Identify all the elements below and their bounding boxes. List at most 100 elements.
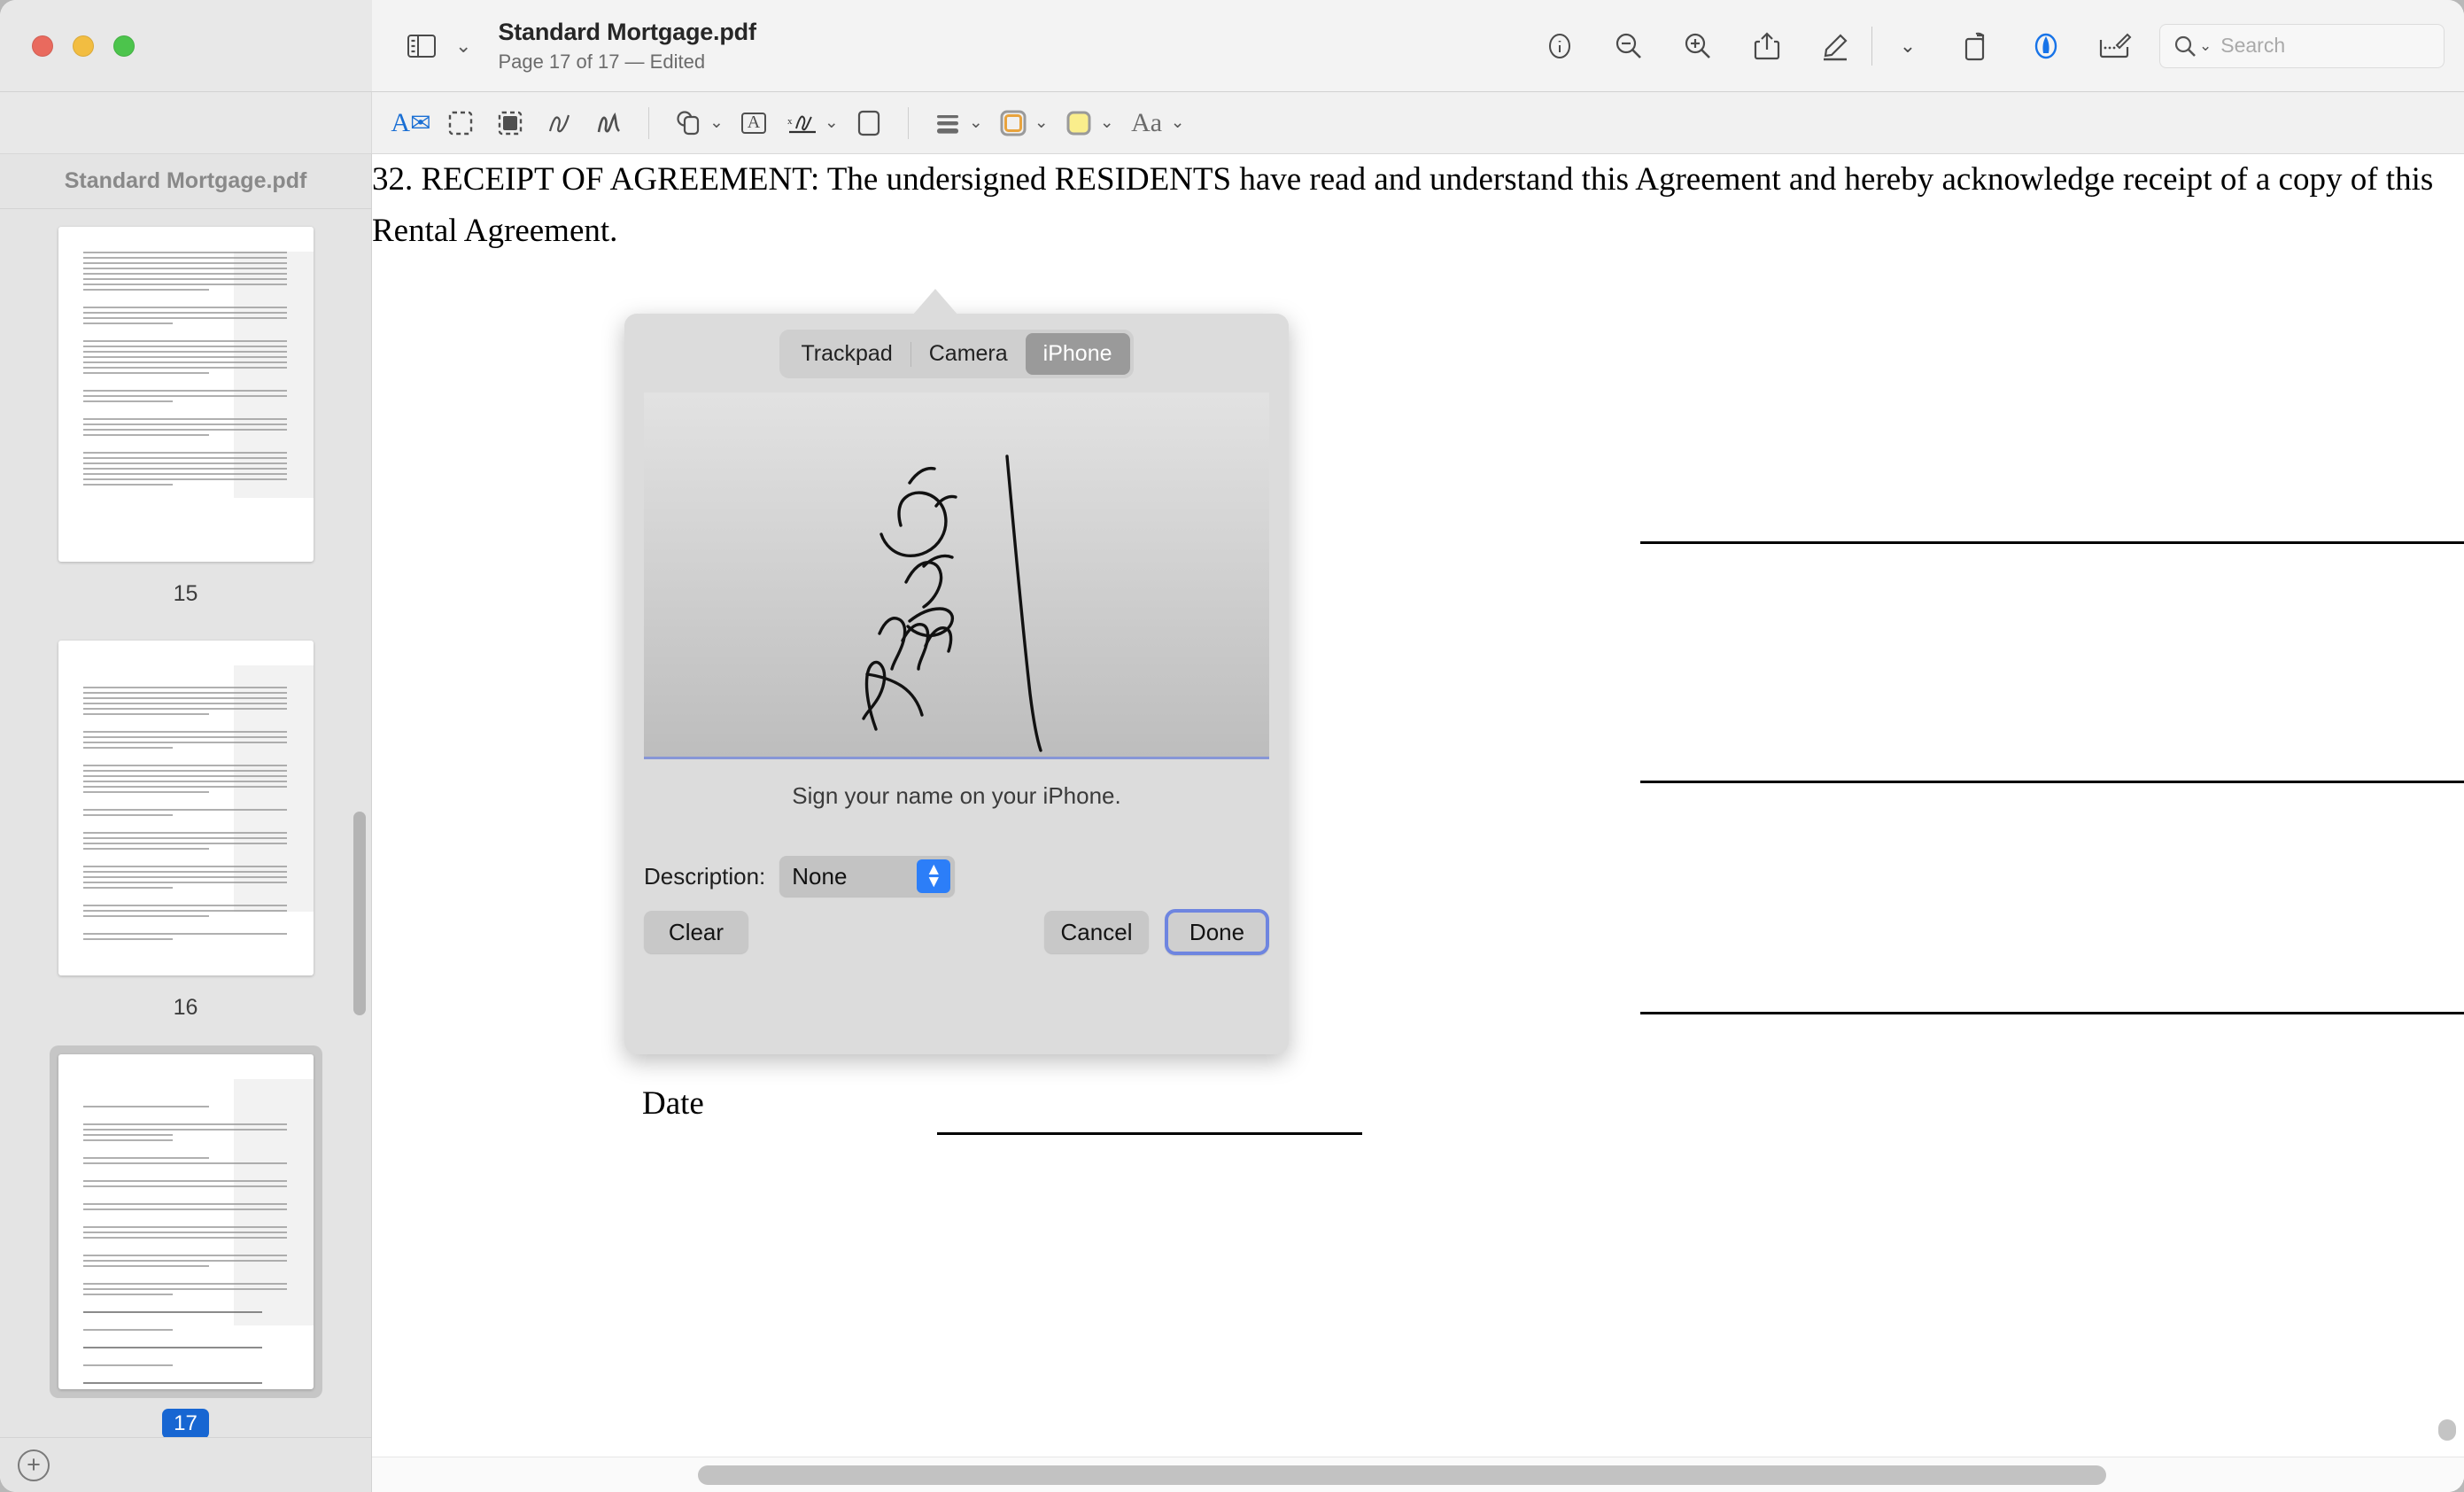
signature-hint: Sign your name on your iPhone. bbox=[624, 782, 1289, 810]
chevron-down-icon[interactable]: ⌄ bbox=[455, 36, 471, 56]
shape-style-tool[interactable]: ⌄ bbox=[923, 102, 988, 144]
thumbnail-frame-16[interactable] bbox=[50, 632, 322, 984]
horizontal-scrollbar-track[interactable] bbox=[372, 1457, 2464, 1492]
markup-chevron-icon[interactable]: ⌄ bbox=[1885, 23, 1931, 69]
markup-divider-2 bbox=[908, 107, 909, 139]
stepper-icon[interactable]: ▲ ▼ bbox=[917, 859, 950, 893]
chevron-down-icon[interactable]: ⌄ bbox=[1171, 113, 1185, 133]
preview-window: ⌄ Standard Mortgage.pdf Page 17 of 17 — … bbox=[0, 0, 2464, 1492]
search-placeholder: Search bbox=[2220, 34, 2285, 58]
minimize-button[interactable] bbox=[73, 35, 94, 57]
sign-icon[interactable] bbox=[2092, 23, 2138, 69]
document-title-block: Standard Mortgage.pdf Page 17 of 17 — Ed… bbox=[498, 19, 755, 74]
text-style-label: Aa bbox=[1131, 108, 1162, 138]
search-icon bbox=[2173, 34, 2197, 58]
tab-iphone[interactable]: iPhone bbox=[1026, 333, 1130, 375]
thumbnail-page-number: 16 bbox=[174, 995, 198, 1021]
text-selection-tool[interactable]: A✉ bbox=[386, 102, 436, 144]
zoom-button[interactable] bbox=[113, 35, 135, 57]
sketch-tool[interactable] bbox=[535, 102, 585, 144]
clear-button[interactable]: Clear bbox=[644, 911, 748, 953]
thumbnail-page-17 bbox=[58, 1054, 314, 1389]
toolbar-divider bbox=[1871, 27, 1872, 66]
date-rule-3 bbox=[937, 1132, 1362, 1135]
sign-tool[interactable]: x ⌄ bbox=[779, 102, 844, 144]
shapes-tool[interactable]: ⌄ bbox=[663, 102, 729, 144]
markup-divider bbox=[648, 107, 649, 139]
title-bar-tools: ⌄ bbox=[1537, 0, 2464, 91]
draw-tool[interactable] bbox=[585, 102, 634, 144]
page-title: Standard Mortgage.pdf bbox=[498, 19, 755, 46]
sidebar-toggle-group[interactable]: ⌄ bbox=[399, 23, 471, 69]
description-label: Description: bbox=[644, 863, 765, 890]
markup-toolbar: A✉ ⌄ A bbox=[0, 92, 2464, 154]
chevron-down-icon[interactable]: ⌄ bbox=[969, 113, 983, 133]
search-input[interactable]: ⌄ Search bbox=[2159, 24, 2445, 68]
rectangular-selection-tool[interactable] bbox=[436, 102, 485, 144]
sidebar-title: Standard Mortgage.pdf bbox=[0, 154, 371, 209]
thumbnail-list[interactable]: 15 bbox=[0, 209, 371, 1437]
chevron-down-icon: ▼ bbox=[926, 876, 942, 889]
text-style-tool[interactable]: Aa ⌄ bbox=[1120, 102, 1190, 144]
thumbnail-frame-17[interactable] bbox=[50, 1045, 322, 1398]
zoom-in-icon[interactable] bbox=[1675, 23, 1721, 69]
signature-source-tabs: Trackpad Camera iPhone bbox=[624, 330, 1289, 378]
svg-text:x: x bbox=[787, 116, 793, 127]
list-item[interactable]: 16 bbox=[0, 632, 371, 1021]
note-tool[interactable] bbox=[844, 102, 894, 144]
chevron-down-icon[interactable]: ⌄ bbox=[825, 113, 839, 133]
list-item[interactable]: 15 bbox=[0, 218, 371, 607]
signature-capture-popover: Trackpad Camera iPhone bbox=[624, 314, 1289, 1054]
chevron-down-icon[interactable]: ⌄ bbox=[1100, 113, 1114, 133]
window-body: Standard Mortgage.pdf bbox=[0, 154, 2464, 1492]
chevron-down-icon[interactable]: ⌄ bbox=[1034, 113, 1049, 133]
thumbnail-page-16 bbox=[58, 641, 314, 975]
thumbnail-page-number-selected: 17 bbox=[162, 1409, 209, 1437]
paragraph-32: 32. RECEIPT OF AGREEMENT: The undersigne… bbox=[372, 154, 2464, 257]
signature-preview-pad[interactable] bbox=[644, 392, 1269, 759]
markup-toolbar-sidebar-pad bbox=[0, 92, 372, 153]
instant-alpha-tool[interactable] bbox=[485, 102, 535, 144]
rotate-icon[interactable] bbox=[1954, 23, 2000, 69]
sidebar-scrollbar[interactable] bbox=[353, 812, 366, 1015]
popover-arrow bbox=[912, 289, 958, 315]
done-button[interactable]: Done bbox=[1165, 909, 1269, 955]
thumbnail-frame-15[interactable] bbox=[50, 218, 322, 571]
sidebar-footer: + bbox=[0, 1437, 371, 1492]
description-value: None bbox=[792, 863, 847, 890]
text-selection-label: A bbox=[391, 108, 410, 138]
info-icon[interactable] bbox=[1537, 23, 1583, 69]
cancel-button[interactable]: Cancel bbox=[1044, 911, 1149, 953]
chevron-down-icon[interactable]: ⌄ bbox=[709, 113, 724, 133]
horizontal-scrollbar-thumb[interactable] bbox=[698, 1465, 2106, 1485]
sidebar-toggle-icon[interactable] bbox=[399, 23, 445, 69]
tab-trackpad[interactable]: Trackpad bbox=[783, 333, 910, 375]
thumbnail-page-15 bbox=[58, 227, 314, 562]
signature-stroke bbox=[644, 392, 1269, 759]
border-color-tool[interactable]: ⌄ bbox=[988, 102, 1054, 144]
title-bar-main: ⌄ Standard Mortgage.pdf Page 17 of 17 — … bbox=[372, 0, 2464, 91]
resident-signature-rule-1 bbox=[1640, 541, 2464, 544]
text-tool[interactable]: A bbox=[729, 102, 779, 144]
vertical-scrollbar[interactable] bbox=[2438, 1419, 2456, 1441]
description-select[interactable]: None ▲ ▼ bbox=[779, 856, 955, 897]
resident-signature-rule-2 bbox=[1640, 781, 2464, 783]
list-item[interactable]: 17 bbox=[0, 1045, 371, 1437]
date-label-3: Date bbox=[642, 1084, 704, 1123]
share-icon[interactable] bbox=[1744, 23, 1790, 69]
thumbnail-sidebar: Standard Mortgage.pdf bbox=[0, 154, 372, 1492]
popover-buttons: Clear Cancel Done bbox=[644, 909, 1269, 955]
page-subtitle: Page 17 of 17 — Edited bbox=[498, 51, 755, 74]
annotate-app-icon[interactable] bbox=[2023, 23, 2069, 69]
segmented-control[interactable]: Trackpad Camera iPhone bbox=[779, 330, 1133, 378]
title-bar: ⌄ Standard Mortgage.pdf Page 17 of 17 — … bbox=[0, 0, 2464, 92]
text-tool-label: A bbox=[748, 113, 760, 133]
close-button[interactable] bbox=[32, 35, 53, 57]
markup-pen-icon[interactable] bbox=[1813, 23, 1859, 69]
add-page-button[interactable]: + bbox=[18, 1449, 50, 1481]
description-row: Description: None ▲ ▼ bbox=[644, 856, 1289, 897]
zoom-out-icon[interactable] bbox=[1606, 23, 1652, 69]
search-chevron-icon[interactable]: ⌄ bbox=[2199, 37, 2212, 55]
fill-color-tool[interactable]: ⌄ bbox=[1054, 102, 1120, 144]
tab-camera[interactable]: Camera bbox=[911, 333, 1026, 375]
